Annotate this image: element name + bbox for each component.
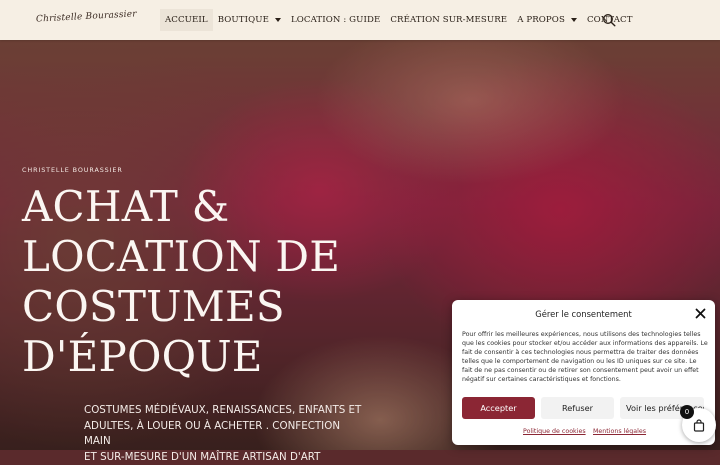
- shopping-bag-icon: [693, 419, 705, 432]
- nav-item-creation-sur-mesure[interactable]: CRÉATION SUR-MESURE: [385, 9, 512, 31]
- nav-item-boutique[interactable]: BOUTIQUE: [213, 9, 286, 31]
- refuse-button[interactable]: Refuser: [541, 397, 614, 419]
- search-icon[interactable]: [602, 13, 616, 27]
- accept-button[interactable]: Accepter: [462, 397, 535, 419]
- hero-subtitle-line: COSTUMES MÉDIÉVAUX, RENAISSANCES, ENFANT…: [84, 403, 364, 419]
- hero-title-line: ACHAT &: [22, 182, 362, 232]
- cookie-consent-dialog: Gérer le consentement Pour offrir les me…: [452, 300, 715, 445]
- main-nav: ACCUEIL BOUTIQUE LOCATION : GUIDE CRÉATI…: [160, 0, 638, 40]
- cart-count-badge: 0: [680, 405, 694, 419]
- chevron-down-icon: [275, 18, 281, 22]
- hero-title-line: COSTUMES: [22, 282, 362, 332]
- site-header: Christelle Bourassier ACCUEIL BOUTIQUE L…: [0, 0, 720, 40]
- hero-subtitle-line: ADULTES, À LOUER OU À ACHETER . CONFECTI…: [84, 419, 364, 450]
- nav-label: ACCUEIL: [165, 15, 208, 25]
- hero-title: ACHAT & LOCATION DE COSTUMES D'ÉPOQUE: [22, 182, 362, 382]
- hero-title-line: D'ÉPOQUE: [22, 332, 362, 382]
- hero-subtitle: COSTUMES MÉDIÉVAUX, RENAISSANCES, ENFANT…: [84, 403, 364, 465]
- nav-item-accueil[interactable]: ACCUEIL: [160, 9, 213, 31]
- close-icon[interactable]: [695, 308, 706, 319]
- nav-item-a-propos[interactable]: A PROPOS: [512, 9, 582, 31]
- legal-notice-link[interactable]: Mentions légales: [593, 428, 646, 435]
- chevron-down-icon: [571, 18, 577, 22]
- hero-subtitle-line: ET SUR-MESURE D'UN MAÎTRE ARTISAN D'ART: [84, 450, 364, 465]
- hero-title-line: LOCATION DE: [22, 232, 362, 282]
- consent-text: Pour offrir les meilleures expériences, …: [462, 330, 708, 384]
- nav-label: BOUTIQUE: [218, 15, 269, 25]
- consent-title: Gérer le consentement: [452, 309, 715, 319]
- nav-label: A PROPOS: [517, 15, 565, 25]
- cookie-policy-link[interactable]: Politique de cookies: [523, 428, 586, 435]
- nav-label: LOCATION : GUIDE: [291, 15, 380, 25]
- nav-label: CRÉATION SUR-MESURE: [390, 15, 507, 25]
- nav-item-location-guide[interactable]: LOCATION : GUIDE: [286, 9, 385, 31]
- hero-kicker: CHRISTELLE BOURASSIER: [22, 166, 123, 174]
- site-logo[interactable]: Christelle Bourassier: [36, 9, 137, 24]
